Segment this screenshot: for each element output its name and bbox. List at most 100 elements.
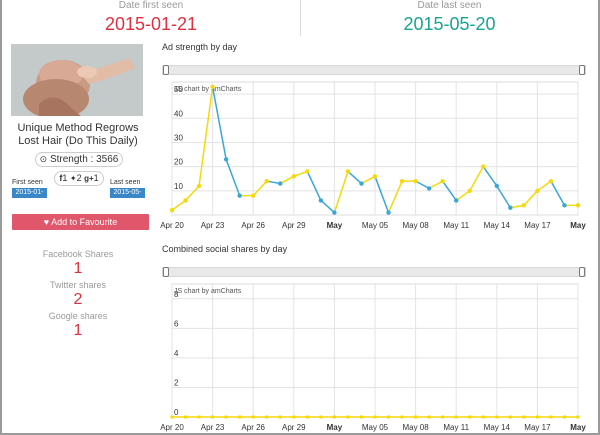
series-segment	[496, 185, 511, 209]
data-point	[183, 198, 188, 203]
data-point	[562, 203, 567, 208]
data-point	[508, 205, 513, 210]
scrollbar-left-handle[interactable]	[163, 267, 169, 277]
x-tick-label: Apr 20	[160, 423, 184, 432]
series-segment	[347, 170, 362, 185]
data-point	[481, 164, 486, 169]
first-seen-small-date: 2015-01-21	[12, 188, 47, 206]
first-seen-date: 2015-01-21	[104, 14, 198, 34]
ad-thumbnail[interactable]	[11, 44, 143, 116]
data-point	[535, 188, 540, 194]
google-count: 1	[93, 173, 99, 183]
heart-icon: ♥	[43, 217, 50, 227]
data-point	[426, 186, 432, 191]
twitter-shares-value: 2	[73, 291, 83, 308]
x-tick-label: May 11	[443, 221, 469, 230]
strength-label: Strength : 3566	[49, 154, 119, 165]
scrollbar-left-handle[interactable]	[163, 65, 169, 75]
ad-title[interactable]: Unique Method Regrows Lost Hair (Do This…	[8, 122, 148, 148]
social-counts-pill: f1 ✦2 g+1	[54, 171, 104, 186]
scrollbar-right-handle[interactable]	[579, 267, 585, 277]
data-point	[427, 415, 431, 419]
scrollbar-right-handle[interactable]	[579, 65, 585, 75]
data-point	[386, 210, 391, 215]
data-point	[265, 415, 269, 419]
facebook-count: 1	[62, 173, 68, 183]
ad-strength-chart: Apr 20 Apr 23 Apr 26 Apr 29 May May 05 May 08 M…	[160, 81, 586, 230]
ad-image	[11, 44, 143, 116]
y-tick-label: 6	[174, 319, 179, 328]
series-segment	[171, 199, 186, 211]
series-segment	[374, 176, 390, 213]
series-segment	[211, 86, 227, 160]
y-tick-label: 30	[174, 133, 183, 142]
data-point	[264, 178, 269, 184]
ad-strength-scrollbar[interactable]	[162, 65, 586, 75]
twitter-icon[interactable]: ✦	[70, 174, 77, 183]
twitter-shares-label: Twitter shares	[49, 280, 107, 290]
google-shares-label: Google shares	[48, 311, 108, 321]
chart-credit: JS chart by amCharts	[174, 86, 242, 93]
y-tick-label: 2	[174, 378, 179, 387]
add-to-favourite-button[interactable]: ♥ Add to Favourite	[12, 214, 149, 230]
data-point	[441, 415, 445, 419]
data-point	[184, 415, 188, 419]
first-seen-block: Date first seen 2015-01-21	[2, 0, 300, 38]
data-point	[440, 178, 445, 184]
x-tick-label: May	[327, 423, 343, 432]
last-seen-small-label: Last seen	[110, 179, 141, 186]
data-point	[346, 415, 350, 419]
data-point	[522, 415, 526, 419]
series-segment	[306, 171, 322, 201]
series-segment	[320, 199, 335, 214]
x-tick-label: May	[570, 221, 586, 230]
data-point	[332, 415, 336, 419]
data-point	[359, 181, 364, 186]
data-point	[468, 415, 472, 419]
data-point	[291, 174, 296, 179]
data-point	[292, 415, 296, 419]
facebook-shares-label: Facebook Shares	[42, 249, 114, 259]
last-seen-block: Date last seen 2015-05-20	[301, 0, 598, 38]
series-segment	[279, 175, 295, 185]
series-segment	[523, 190, 538, 206]
data-point	[387, 415, 391, 419]
data-point	[508, 415, 512, 419]
x-tick-label: May	[570, 423, 586, 432]
data-point	[454, 415, 458, 419]
chart-credit: JS chart by amCharts	[174, 288, 242, 295]
first-seen-small-label: First seen	[12, 179, 43, 186]
y-tick-label: 4	[174, 349, 179, 358]
favourite-label: Add to Favourite	[51, 217, 118, 227]
data-point	[413, 178, 418, 184]
data-point	[576, 415, 580, 419]
data-point	[278, 181, 283, 186]
data-point	[332, 210, 337, 215]
data-point	[549, 415, 553, 419]
data-point	[562, 415, 566, 419]
google-plus-icon[interactable]: g+	[84, 174, 94, 183]
last-seen-heading: Date last seen	[417, 0, 482, 11]
series-segment	[482, 166, 498, 187]
data-point	[372, 174, 378, 179]
y-tick-label: 0	[174, 408, 179, 417]
data-point	[400, 415, 404, 419]
data-point	[251, 193, 256, 198]
last-seen-small-date: 2015-05-20	[110, 188, 145, 206]
series-segment	[387, 180, 403, 213]
series-segment	[198, 86, 214, 187]
data-point	[251, 415, 255, 419]
data-point	[223, 157, 229, 162]
data-point	[575, 203, 581, 208]
twitter-count: 2	[76, 173, 82, 183]
x-tick-label: May 08	[402, 221, 429, 230]
data-point	[210, 84, 215, 90]
first-seen-heading: Date first seen	[118, 0, 184, 11]
data-point	[467, 188, 472, 194]
data-point	[454, 198, 459, 203]
series-segment	[252, 180, 268, 197]
data-point	[521, 203, 527, 208]
series-segment	[415, 180, 430, 190]
social-shares-scrollbar[interactable]	[162, 267, 586, 277]
google-shares-value: 1	[73, 322, 83, 339]
